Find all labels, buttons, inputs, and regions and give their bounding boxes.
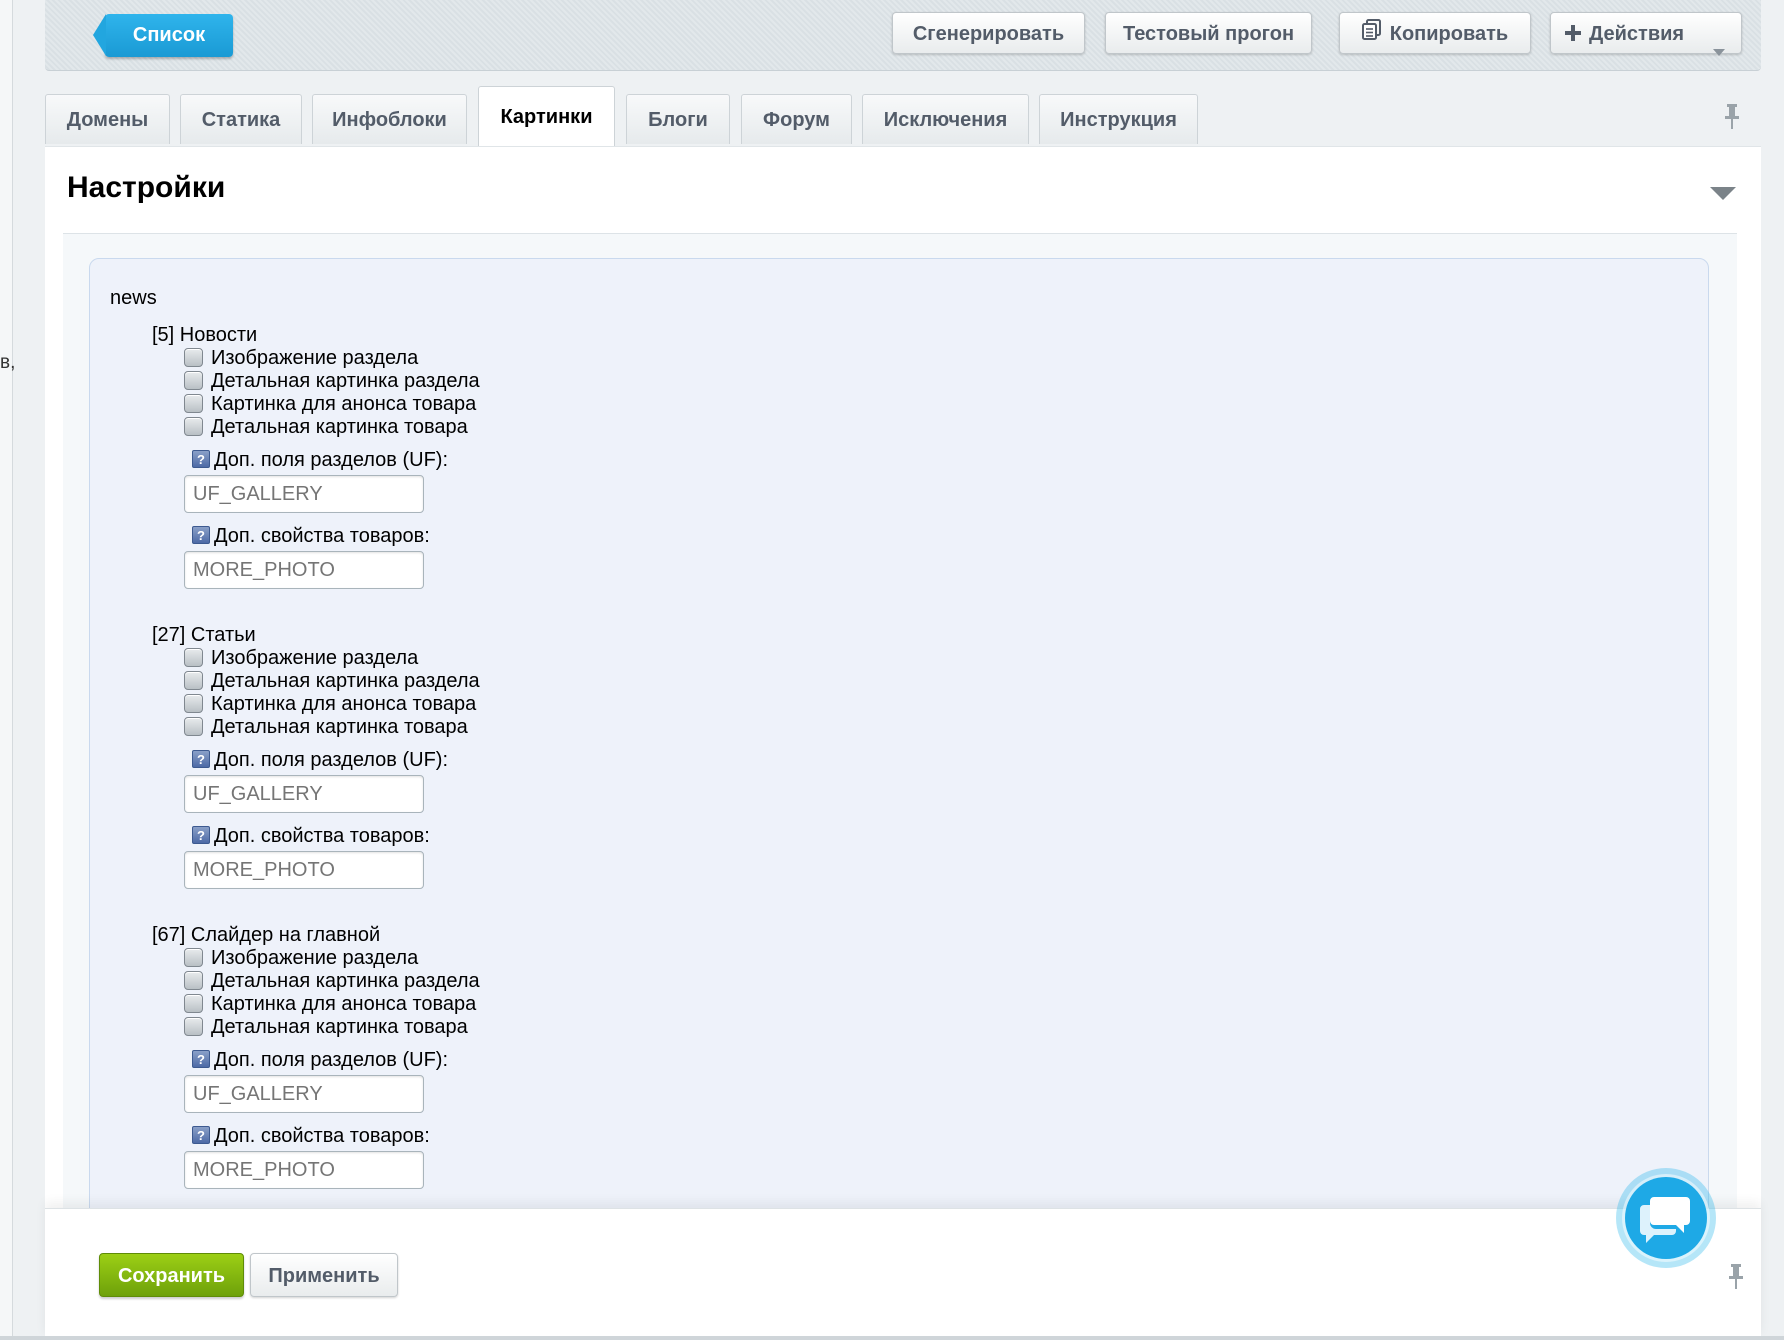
checkbox[interactable] (184, 348, 203, 367)
checkbox[interactable] (184, 694, 203, 713)
help-icon[interactable]: ? (192, 750, 210, 768)
checkbox-row[interactable]: Изображение раздела (184, 947, 652, 970)
tab-forum[interactable]: Форум (741, 94, 852, 144)
checkbox[interactable] (184, 648, 203, 667)
checkbox[interactable] (184, 717, 203, 736)
checkbox[interactable] (184, 394, 203, 413)
test-run-button[interactable]: Тестовый прогон (1105, 12, 1312, 54)
left-text-fragment: в, (0, 352, 16, 373)
uf-fields-input[interactable] (184, 475, 424, 513)
copy-icon (1361, 14, 1382, 56)
checkbox-row[interactable]: Детальная картинка раздела (184, 370, 652, 393)
checkbox[interactable] (184, 671, 203, 690)
checkbox-label: Детальная картинка товара (211, 716, 468, 738)
checkbox-row[interactable]: Детальная картинка товара (184, 716, 652, 739)
checkbox-label: Детальная картинка товара (211, 416, 468, 438)
tab-exceptions[interactable]: Исключения (862, 94, 1029, 144)
help-icon[interactable]: ? (192, 1050, 210, 1068)
settings-panel: Настройки news [5] Новости Изображение р… (45, 146, 1761, 1258)
apply-button[interactable]: Применить (250, 1253, 398, 1297)
plus-icon (1565, 14, 1581, 56)
pin-icon[interactable] (1724, 104, 1740, 135)
footer-bar: Сохранить Применить (45, 1208, 1761, 1339)
checkbox-row[interactable]: Детальная картинка товара (184, 416, 652, 439)
uf-fields-input[interactable] (184, 1075, 424, 1113)
section-title: [5] Новости (152, 324, 258, 346)
section-news: [5] Новости Изображение раздела Детальна… (152, 323, 652, 589)
checkbox-row[interactable]: Картинка для анонса товара (184, 693, 652, 716)
list-button[interactable]: Список (93, 14, 233, 57)
checkbox-row[interactable]: Изображение раздела (184, 647, 652, 670)
checkbox-label: Изображение раздела (211, 647, 419, 669)
copy-button-label: Копировать (1389, 23, 1509, 45)
props-field-label: ? Доп. свойства товаров: (192, 1123, 652, 1149)
chevron-down-icon (1713, 30, 1725, 72)
tab-domains[interactable]: Домены (45, 94, 170, 144)
uf-fields-input[interactable] (184, 775, 424, 813)
save-button[interactable]: Сохранить (99, 1253, 244, 1297)
tab-images[interactable]: Картинки (478, 86, 615, 146)
top-toolbar: Список Сгенерировать Тестовый прогон Коп… (45, 0, 1761, 71)
checkbox-label: Детальная картинка раздела (211, 370, 480, 392)
left-sidebar-edge (0, 0, 13, 1340)
panel-title: Настройки (67, 171, 226, 204)
props-field-label: ? Доп. свойства товаров: (192, 823, 652, 849)
props-field-label: ? Доп. свойства товаров: (192, 523, 652, 549)
checkbox-label: Картинка для анонса товара (211, 993, 477, 1015)
settings-content-box: news [5] Новости Изображение раздела Дет… (89, 258, 1709, 1258)
checkbox[interactable] (184, 948, 203, 967)
help-icon[interactable]: ? (192, 450, 210, 468)
copy-button[interactable]: Копировать (1339, 12, 1531, 54)
checkbox-row[interactable]: Детальная картинка товара (184, 1016, 652, 1039)
checkbox-row[interactable]: Детальная картинка раздела (184, 970, 652, 993)
chat-icon (1640, 1197, 1690, 1243)
section-title: [27] Статьи (152, 624, 256, 646)
tab-infoblocks[interactable]: Инфоблоки (312, 94, 467, 144)
tab-blogs[interactable]: Блоги (626, 94, 730, 144)
checkbox[interactable] (184, 1017, 203, 1036)
group-name: news (110, 287, 157, 309)
tab-static[interactable]: Статика (180, 94, 302, 144)
checkbox-label: Детальная картинка раздела (211, 670, 480, 692)
panel-body: news [5] Новости Изображение раздела Дет… (63, 233, 1737, 1258)
checkbox-label: Изображение раздела (211, 347, 419, 369)
checkbox-row[interactable]: Картинка для анонса товара (184, 393, 652, 416)
checkbox-label: Картинка для анонса товара (211, 393, 477, 415)
tab-instructions[interactable]: Инструкция (1039, 94, 1198, 144)
collapse-triangle-icon[interactable] (1710, 187, 1736, 206)
checkbox-row[interactable]: Изображение раздела (184, 347, 652, 370)
section-title: [67] Слайдер на главной (152, 924, 381, 946)
help-icon[interactable]: ? (192, 526, 210, 544)
props-input[interactable] (184, 1151, 424, 1189)
section-articles: [27] Статьи Изображение раздела Детальна… (152, 623, 652, 889)
generate-button[interactable]: Сгенерировать (892, 12, 1085, 54)
uf-field-label: ? Доп. поля разделов (UF): (192, 447, 652, 473)
help-icon[interactable]: ? (192, 826, 210, 844)
section-slider: [67] Слайдер на главной Изображение разд… (152, 923, 652, 1189)
actions-button-label: Действия (1589, 23, 1685, 45)
checkbox-label: Детальная картинка раздела (211, 970, 480, 992)
props-input[interactable] (184, 551, 424, 589)
checkbox-label: Картинка для анонса товара (211, 693, 477, 715)
checkbox-row[interactable]: Картинка для анонса товара (184, 993, 652, 1016)
uf-field-label: ? Доп. поля разделов (UF): (192, 1047, 652, 1073)
checkbox-row[interactable]: Детальная картинка раздела (184, 670, 652, 693)
checkbox[interactable] (184, 994, 203, 1013)
checkbox-label: Изображение раздела (211, 947, 419, 969)
checkbox[interactable] (184, 971, 203, 990)
checkbox[interactable] (184, 417, 203, 436)
checkbox[interactable] (184, 371, 203, 390)
actions-dropdown-button[interactable]: Действия (1550, 12, 1742, 56)
checkbox-label: Детальная картинка товара (211, 1016, 468, 1038)
props-input[interactable] (184, 851, 424, 889)
chat-button[interactable] (1616, 1168, 1716, 1268)
bottom-border (0, 1336, 1784, 1340)
pin-icon[interactable] (1728, 1264, 1744, 1295)
uf-field-label: ? Доп. поля разделов (UF): (192, 747, 652, 773)
help-icon[interactable]: ? (192, 1126, 210, 1144)
